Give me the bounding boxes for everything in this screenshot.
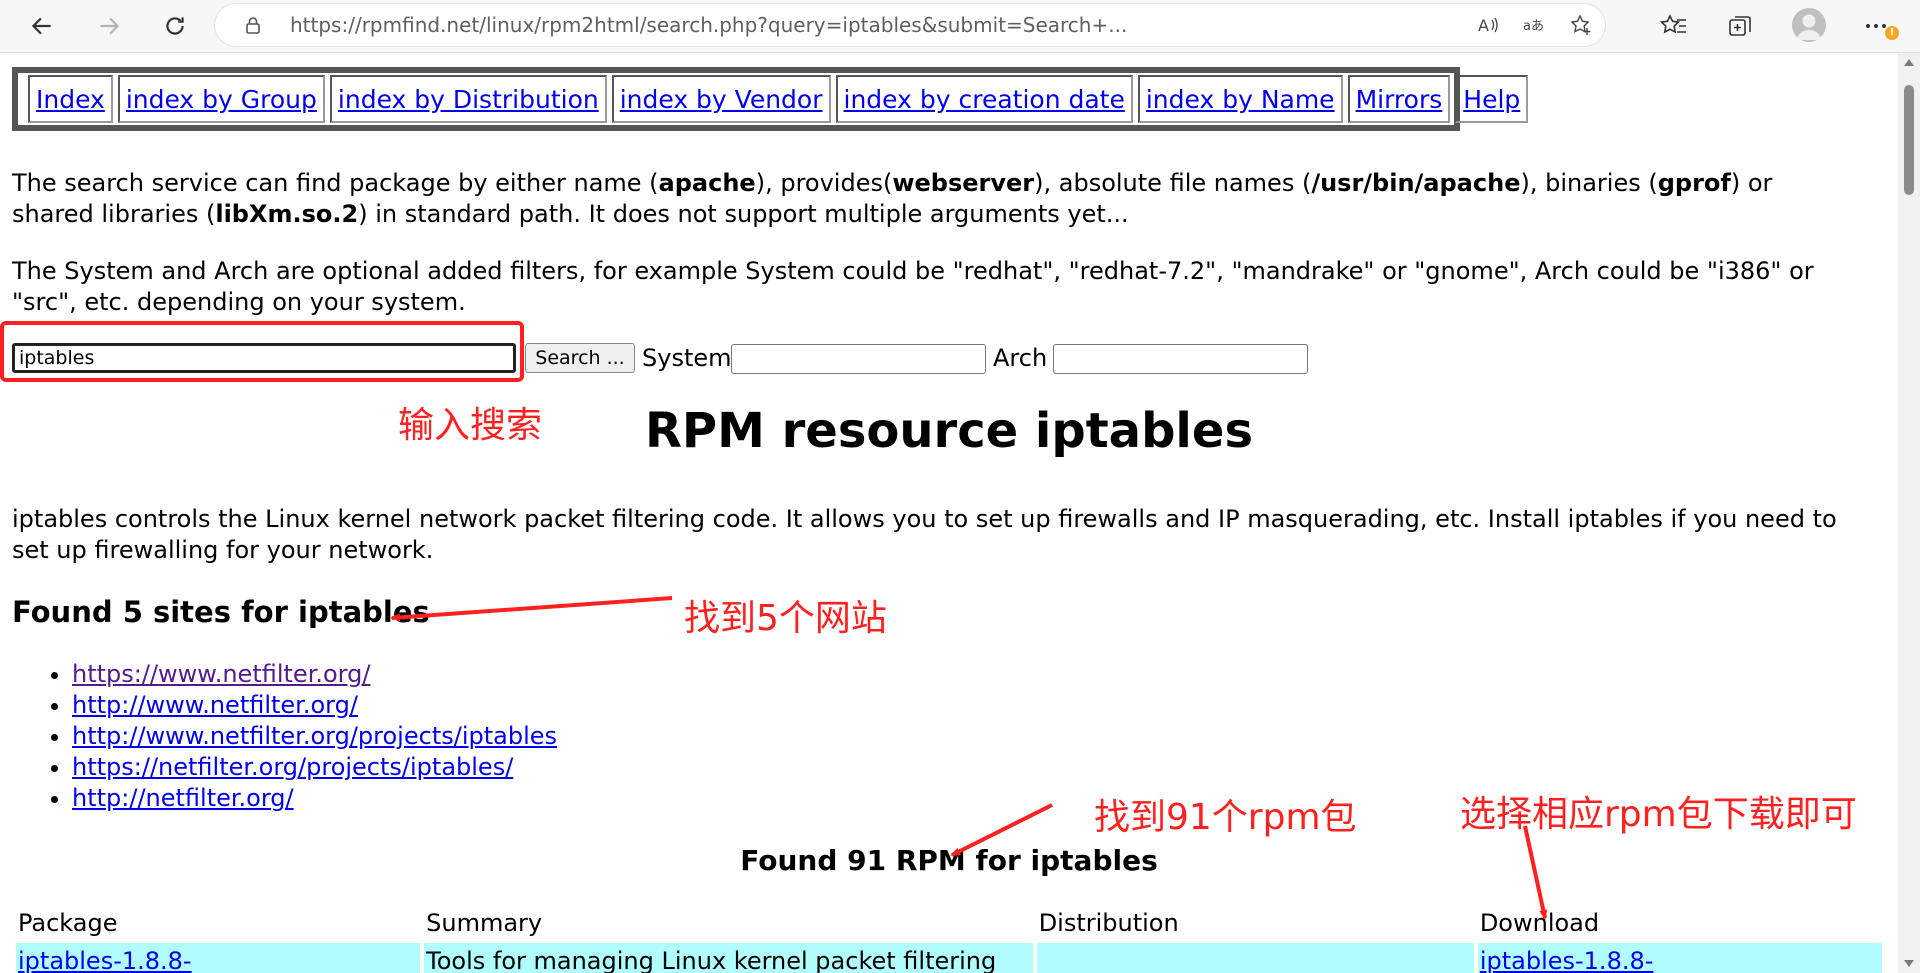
page-viewport: Index index by Group index by Distributi… [0,53,1898,973]
forward-button[interactable] [87,4,131,48]
search-annotation: 输入搜索 [398,405,543,446]
nav-link-mirrors[interactable]: Mirrors [1356,85,1443,114]
forward-arrow-icon [100,17,120,35]
intro-text-part: The search service can find package by e… [12,169,659,197]
rpm-count-annotation: 找到91个rpm包 [1094,797,1357,838]
intro-text-part: ), binaries ( [1520,169,1658,197]
lock-icon[interactable] [243,15,263,35]
warning-badge: ! [1885,26,1899,40]
column-header-download: Download [1479,909,1600,937]
site-link[interactable]: https://netfilter.org/projects/iptables/ [72,753,513,781]
nav-cell-group: index by Group [117,75,325,123]
nav-cell-name: index by Name [1137,75,1343,123]
site-list: https://www.netfilter.org/ http://www.ne… [42,659,557,814]
refresh-icon [166,17,184,35]
system-label: System [642,344,732,372]
table-header-row: Package Summary Distribution Download [16,903,1882,943]
favorites-icon[interactable] [1660,12,1688,40]
search-button[interactable]: Search ... [525,343,635,373]
site-list-item: http://www.netfilter.org/ [72,690,557,721]
filter-intro-text: The System and Arch are optional added f… [12,257,1814,316]
nav-link-help[interactable]: Help [1463,85,1520,114]
back-arrow-icon [31,17,51,35]
distribution-cell [1036,943,1474,973]
browser-toolbar: https://rpmfind.net/linux/rpm2html/searc… [0,0,1920,53]
sites-annotation: 找到5个网站 [684,598,887,639]
site-link[interactable]: http://www.netfilter.org/ [72,691,358,719]
svg-text:A: A [1478,16,1489,35]
page-title: RPM resource iptables [644,403,1254,459]
profile-avatar[interactable] [1792,8,1826,42]
search-intro-text: The search service can find package by e… [12,168,1852,230]
scrollbar-thumb[interactable] [1904,85,1914,195]
svg-text:aあ: aあ [1523,19,1544,34]
intro-text-part: ), provides( [755,169,893,197]
nav-cell-creation-date: index by creation date [835,75,1133,123]
site-list-item: https://netfilter.org/projects/iptables/ [72,752,557,783]
nav-link-distribution[interactable]: index by Distribution [338,85,599,114]
arch-input[interactable] [1053,344,1308,374]
nav-cell-mirrors: Mirrors [1347,75,1451,123]
download-cell: iptables-1.8.8- [1477,943,1882,973]
add-favorite-icon[interactable] [1570,14,1592,36]
intro-text-part: ) in standard path. It does not support … [358,200,1129,228]
nav-link-vendor[interactable]: index by Vendor [620,85,823,114]
site-list-item: https://www.netfilter.org/ [72,659,557,690]
column-header-distribution: Distribution [1038,909,1179,937]
nav-link-group[interactable]: index by Group [126,85,317,114]
site-list-item: http://www.netfilter.org/projects/iptabl… [72,721,557,752]
scroll-up-arrow-icon[interactable] [1904,59,1914,66]
arch-label: Arch [993,344,1048,372]
site-link[interactable]: http://netfilter.org/ [72,784,294,812]
nav-link-name[interactable]: index by Name [1146,85,1335,114]
rpm-table: Package Summary Distribution Download ip… [12,903,1886,973]
rpm-heading: Found 91 RPM for iptables [740,844,1158,877]
sites-heading: Found 5 sites for iptables [12,595,430,629]
nav-link-creation-date[interactable]: index by creation date [844,85,1125,114]
table-row: iptables-1.8.8- Tools for managing Linux… [16,943,1882,973]
site-list-item: http://netfilter.org/ [72,783,557,814]
example-provides: webserver [892,169,1035,197]
nav-link-index[interactable]: Index [36,85,105,114]
collections-icon[interactable] [1726,12,1754,40]
vertical-scrollbar[interactable] [1898,53,1920,973]
site-link[interactable]: https://www.netfilter.org/ [72,660,370,688]
nav-cell-vendor: index by Vendor [611,75,831,123]
column-header-summary: Summary [426,909,543,937]
package-cell: iptables-1.8.8- [16,943,421,973]
nav-cell-index: Index [28,75,113,123]
refresh-button[interactable] [153,4,197,48]
profile-icon [1797,14,1821,40]
example-file: /usr/bin/apache [1311,169,1521,197]
site-link[interactable]: http://www.netfilter.org/projects/iptabl… [72,722,557,750]
search-highlight-box [0,321,524,382]
package-link[interactable]: iptables-1.8.8- [18,947,192,973]
summary-cell: Tools for managing Linux kernel packet f… [424,943,1033,973]
system-input[interactable] [731,344,986,374]
address-bar[interactable]: https://rpmfind.net/linux/rpm2html/searc… [215,4,1605,46]
package-description: iptables controls the Linux kernel netwo… [12,505,1837,564]
intro-text-part: ), absolute file names ( [1034,169,1312,197]
example-name: apache [658,169,756,197]
read-aloud-icon[interactable]: A [1477,14,1499,36]
example-library: libXm.so.2 [215,200,359,228]
download-annotation: 选择相应rpm包下载即可 [1460,794,1857,835]
site-navigation: Index index by Group index by Distributi… [12,67,1529,131]
nav-cell-help: Help [1455,75,1529,123]
url-text[interactable]: https://rpmfind.net/linux/rpm2html/searc… [290,13,1127,37]
nav-cell-distribution: index by Distribution [329,75,607,123]
example-binary: gprof [1657,169,1731,197]
back-button[interactable] [20,4,64,48]
download-link[interactable]: iptables-1.8.8- [1480,947,1654,973]
sites-arrow [390,596,673,622]
column-header-package: Package [18,909,118,937]
translate-icon[interactable]: aあ [1523,14,1545,36]
scroll-down-arrow-icon[interactable] [1904,960,1914,967]
